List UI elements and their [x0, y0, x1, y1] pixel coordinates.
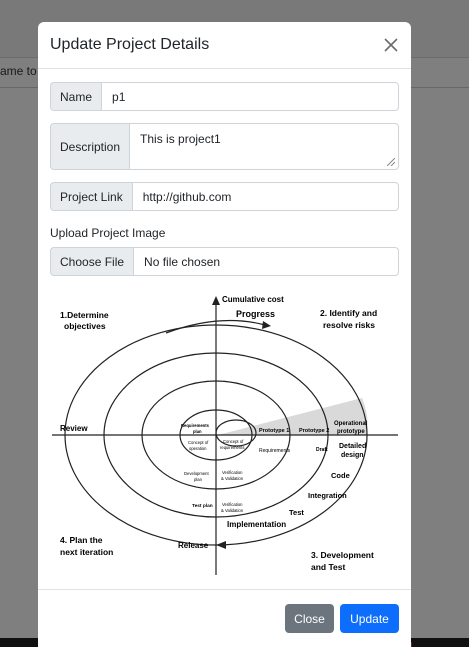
concept-operation-line2: operation — [189, 446, 207, 451]
quadrant-4-line1: 4. Plan the — [60, 535, 103, 545]
test-label: Test — [289, 508, 304, 517]
name-input-group: Name p1 — [50, 82, 399, 111]
requirements-plan-line1: Requirements — [181, 423, 210, 428]
concept-operation-line1: Concept of — [188, 440, 209, 445]
progress-arrow-icon — [262, 321, 271, 329]
development-plan-line1: Development — [184, 471, 210, 476]
development-plan-line2: plan — [194, 477, 203, 482]
review-label: Review — [60, 424, 88, 433]
name-label: Name — [50, 82, 102, 111]
prototype-1-label: Prototype 1 — [259, 428, 289, 434]
name-input[interactable]: p1 — [101, 82, 399, 111]
update-button[interactable]: Update — [340, 604, 399, 633]
detailed-design-line2: design — [341, 452, 364, 459]
requirements-plan-line2: plan — [193, 429, 202, 434]
project-link-input[interactable]: http://github.com — [131, 182, 399, 211]
integration-label: Integration — [308, 491, 347, 500]
choose-file-button[interactable]: Choose File — [50, 247, 134, 276]
quadrant-2-line2: resolve risks — [323, 320, 375, 330]
operational-prototype-line1: Operational — [334, 421, 368, 427]
verification-validation-2-line2: & Validation — [221, 508, 244, 513]
quadrant-3-line1: 3. Development — [311, 550, 374, 560]
description-textarea[interactable]: This is project1 — [129, 123, 399, 170]
update-project-modal: Update Project Details Name p1 Descripti… — [38, 22, 411, 647]
close-icon[interactable] — [381, 35, 401, 55]
quadrant-1-line2: objectives — [64, 321, 106, 331]
modal-title: Update Project Details — [50, 36, 210, 53]
spiral-model-diagram: Cumulative cost Progress 1.Determine obj… — [52, 295, 398, 575]
verification-validation-2-line1: Verification — [222, 502, 243, 507]
quadrant-2-line1: 2. Identify and — [320, 308, 377, 318]
file-status: No file chosen — [133, 247, 399, 276]
description-input-group: Description This is project1 — [50, 123, 399, 170]
project-link-label: Project Link — [50, 182, 132, 211]
code-label: Code — [331, 471, 350, 480]
verification-validation-1-line1: Verification — [222, 470, 243, 475]
close-button[interactable]: Close — [285, 604, 334, 633]
quadrant-1-line1: 1.Determine — [60, 310, 109, 320]
draft-label: Draft — [316, 447, 328, 453]
quadrant-3-line2: and Test — [311, 562, 345, 572]
prototype-2-label: Prototype 2 — [299, 428, 329, 434]
file-input-group[interactable]: Choose File No file chosen — [50, 247, 399, 276]
requirements-label: Requirements — [259, 448, 291, 454]
progress-label: Progress — [236, 309, 275, 319]
detailed-design-line1: Detailed — [339, 443, 366, 450]
resize-grip-icon[interactable] — [387, 158, 395, 166]
quadrant-4-line2: next iteration — [60, 547, 113, 557]
modal-footer: Close Update — [38, 589, 411, 647]
test-plan-label: Test plan — [192, 503, 213, 509]
release-arrow-icon — [216, 541, 226, 549]
operational-prototype-line2: prototype — [337, 429, 365, 435]
upload-image-label: Upload Project Image — [50, 226, 166, 240]
description-label: Description — [50, 123, 130, 170]
release-label: Release — [178, 541, 209, 550]
verification-validation-1-line2: & Validation — [221, 476, 244, 481]
concept-requirements-line2: requirements — [220, 445, 244, 450]
description-text: This is project1 — [140, 132, 221, 146]
cumulative-cost-label: Cumulative cost — [222, 295, 284, 304]
project-link-input-group: Project Link http://github.com — [50, 182, 399, 211]
axis-arrow-icon — [212, 296, 220, 305]
implementation-label: Implementation — [227, 520, 286, 529]
concept-requirements-line1: Concept of — [223, 439, 244, 444]
modal-header: Update Project Details — [38, 22, 411, 69]
